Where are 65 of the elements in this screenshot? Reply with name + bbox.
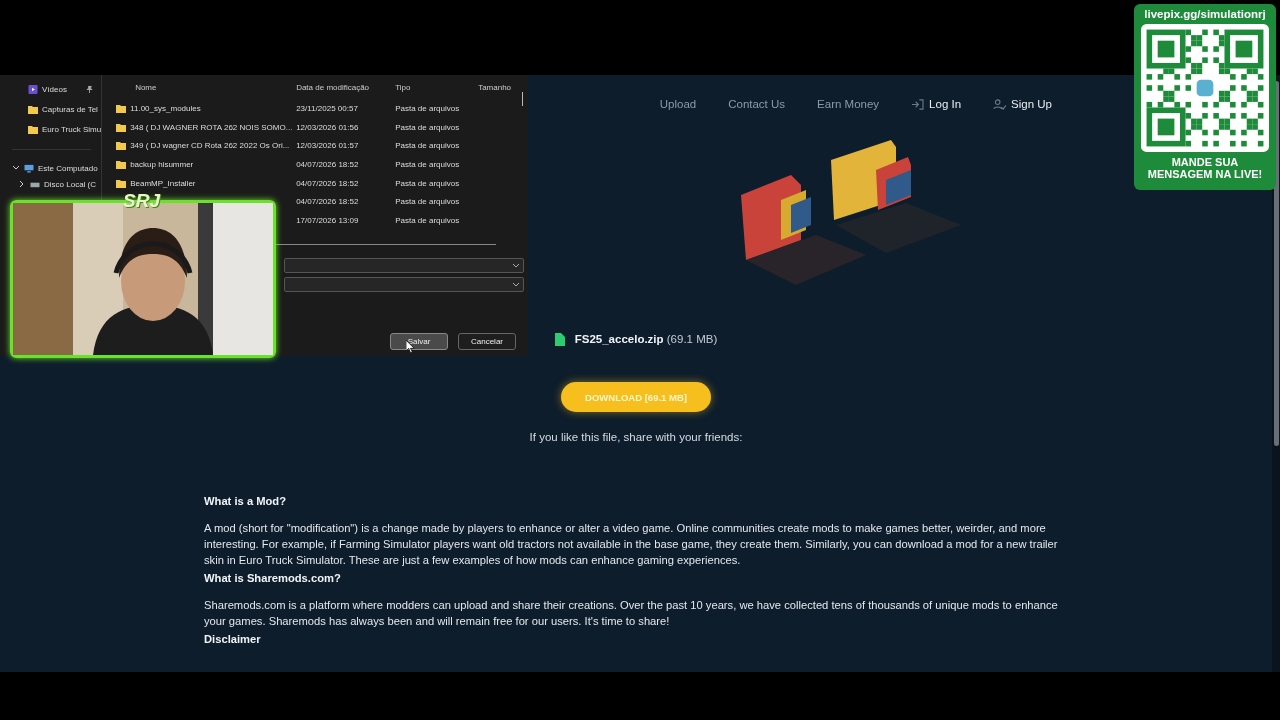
table-cell-text: 04/07/2026 18:52 bbox=[295, 197, 360, 207]
paragraph: Sharemods.com is a platform where modders can upload and share their creations. Over the past 10 years, we have collected tens of thousands of unique mods to enhance your games. Sharemods has always been and will remain free for our users. It's time to share! bbox=[204, 598, 1059, 629]
file-name: 349 ( DJ wagner CD Rota 262 2022 Os Ori... bbox=[130, 141, 290, 151]
monitor-icon bbox=[24, 163, 34, 173]
table-cell-text: Pasta de arquivos bbox=[394, 103, 461, 113]
sidebar-item[interactable]: Euro Truck Simu bbox=[0, 119, 102, 139]
table-cell-text: Pasta de arquivos bbox=[394, 141, 461, 151]
file-row[interactable]: 11.00_sys_modules 23/11/2025 00:57 Pasta de arquivos bbox=[108, 99, 529, 118]
tree-item[interactable]: Disco Local (C bbox=[0, 176, 102, 192]
column-header[interactable]: Tipo bbox=[392, 82, 476, 92]
paragraph: A mod (short for "modification") is a change made by players to enhance or alter a video game. Online communities create mods to make games better, weirder, and more interesting. For example, if Farming Simulator players want old tractors not available in the base game, they create them. Similarly, you can download a mod for a new trailer skin in Euro Truck Simulator. These are just a few examples of how mods can enhance gaming experiences. bbox=[204, 521, 1059, 568]
table-cell-text: Pasta de arquivos bbox=[394, 197, 461, 207]
sidebar-item[interactable]: Vídeos bbox=[0, 79, 102, 99]
table-cell-text: Pasta de arquivos bbox=[394, 178, 461, 188]
file-icon bbox=[554, 332, 565, 346]
user-icon bbox=[993, 98, 1007, 110]
table-cell-text: 12/03/2026 01:56 bbox=[295, 122, 360, 132]
dialog-button[interactable]: Cancelar bbox=[458, 333, 516, 350]
chevron-down-icon bbox=[512, 261, 520, 270]
file-row[interactable]: BeamMP_Installer 04/07/2026 18:52 Pasta de arquivos bbox=[108, 173, 529, 193]
dialog-button[interactable]: Salvar bbox=[390, 333, 448, 350]
tree-item[interactable]: Este Computado bbox=[0, 160, 102, 176]
file-row[interactable]: 349 ( DJ wagner CD Rota 262 2022 Os Ori... 12/03/2026 01:57 Pasta de arquivos bbox=[108, 136, 529, 156]
channel-logo: SRJ bbox=[123, 190, 160, 212]
file-name: BeamMP_Installer bbox=[130, 178, 196, 188]
share-text: If you like this file, share with your friends: bbox=[529, 430, 743, 445]
table-cell-text: Pasta de arquivos bbox=[394, 159, 461, 169]
file-name: 348 ( DJ WAGNER ROTA 262 NOIS SOMO... bbox=[130, 122, 293, 132]
table-cell-text: 12/03/2026 01:57 bbox=[295, 141, 360, 151]
nav-link[interactable]: Sign Up bbox=[993, 98, 1052, 110]
column-header[interactable]: Tamanho bbox=[475, 82, 529, 92]
table-cell-text: 23/11/2025 00:57 bbox=[295, 103, 359, 113]
file-name: backup hisummer bbox=[130, 159, 194, 169]
nav-link[interactable]: Contact Us bbox=[728, 98, 786, 110]
folder-icon bbox=[116, 178, 127, 188]
sidebar-item[interactable]: Capturas de Tel bbox=[0, 99, 102, 119]
login-icon bbox=[911, 98, 925, 110]
nav-link[interactable]: Log In bbox=[911, 98, 962, 110]
folder-icon bbox=[116, 159, 127, 169]
folder-icon bbox=[116, 141, 127, 151]
nav-link[interactable]: Upload bbox=[659, 98, 697, 110]
qr-message: MANDE SUA MENSAGEM NA LIVE! bbox=[1147, 156, 1263, 180]
qr-url: livepix.gg/simulationrj bbox=[1144, 8, 1266, 20]
section-heading: Disclaimer bbox=[204, 632, 262, 647]
folder-icon bbox=[116, 103, 127, 113]
column-header[interactable]: Data de modificação bbox=[293, 82, 393, 92]
file-name: 11.00_sys_modules bbox=[130, 103, 201, 113]
video-icon bbox=[28, 84, 38, 94]
section-heading: What is a Mod? bbox=[204, 494, 288, 509]
table-cell-text: Pasta de arquivos bbox=[394, 215, 461, 225]
table-cell-text: 17/07/2026 13:09 bbox=[295, 215, 360, 225]
file-row[interactable]: backup hisummer 04/07/2026 18:52 Pasta de arquivos bbox=[108, 155, 529, 174]
file-row[interactable]: 348 ( DJ WAGNER ROTA 262 NOIS SOMO... 12/03/2026 01:56 Pasta de arquivos bbox=[108, 117, 529, 137]
table-cell-text: 04/07/2026 18:52 bbox=[295, 159, 360, 169]
file-name: FS25_accelo.zip (69.1 MB) bbox=[574, 333, 718, 345]
table-cell-text: Pasta de arquivos bbox=[394, 122, 461, 132]
chevron-down-icon bbox=[512, 280, 520, 289]
nav-link[interactable]: Earn Money bbox=[817, 98, 880, 110]
column-header[interactable]: Nome bbox=[108, 82, 294, 92]
file-type-field[interactable] bbox=[284, 277, 524, 292]
pin-icon bbox=[86, 85, 94, 93]
filename-field[interactable] bbox=[284, 258, 524, 273]
section-heading: What is Sharemods.com? bbox=[204, 571, 342, 586]
folder-icon bbox=[116, 122, 127, 132]
table-cell-text: 04/07/2026 18:52 bbox=[295, 178, 360, 188]
